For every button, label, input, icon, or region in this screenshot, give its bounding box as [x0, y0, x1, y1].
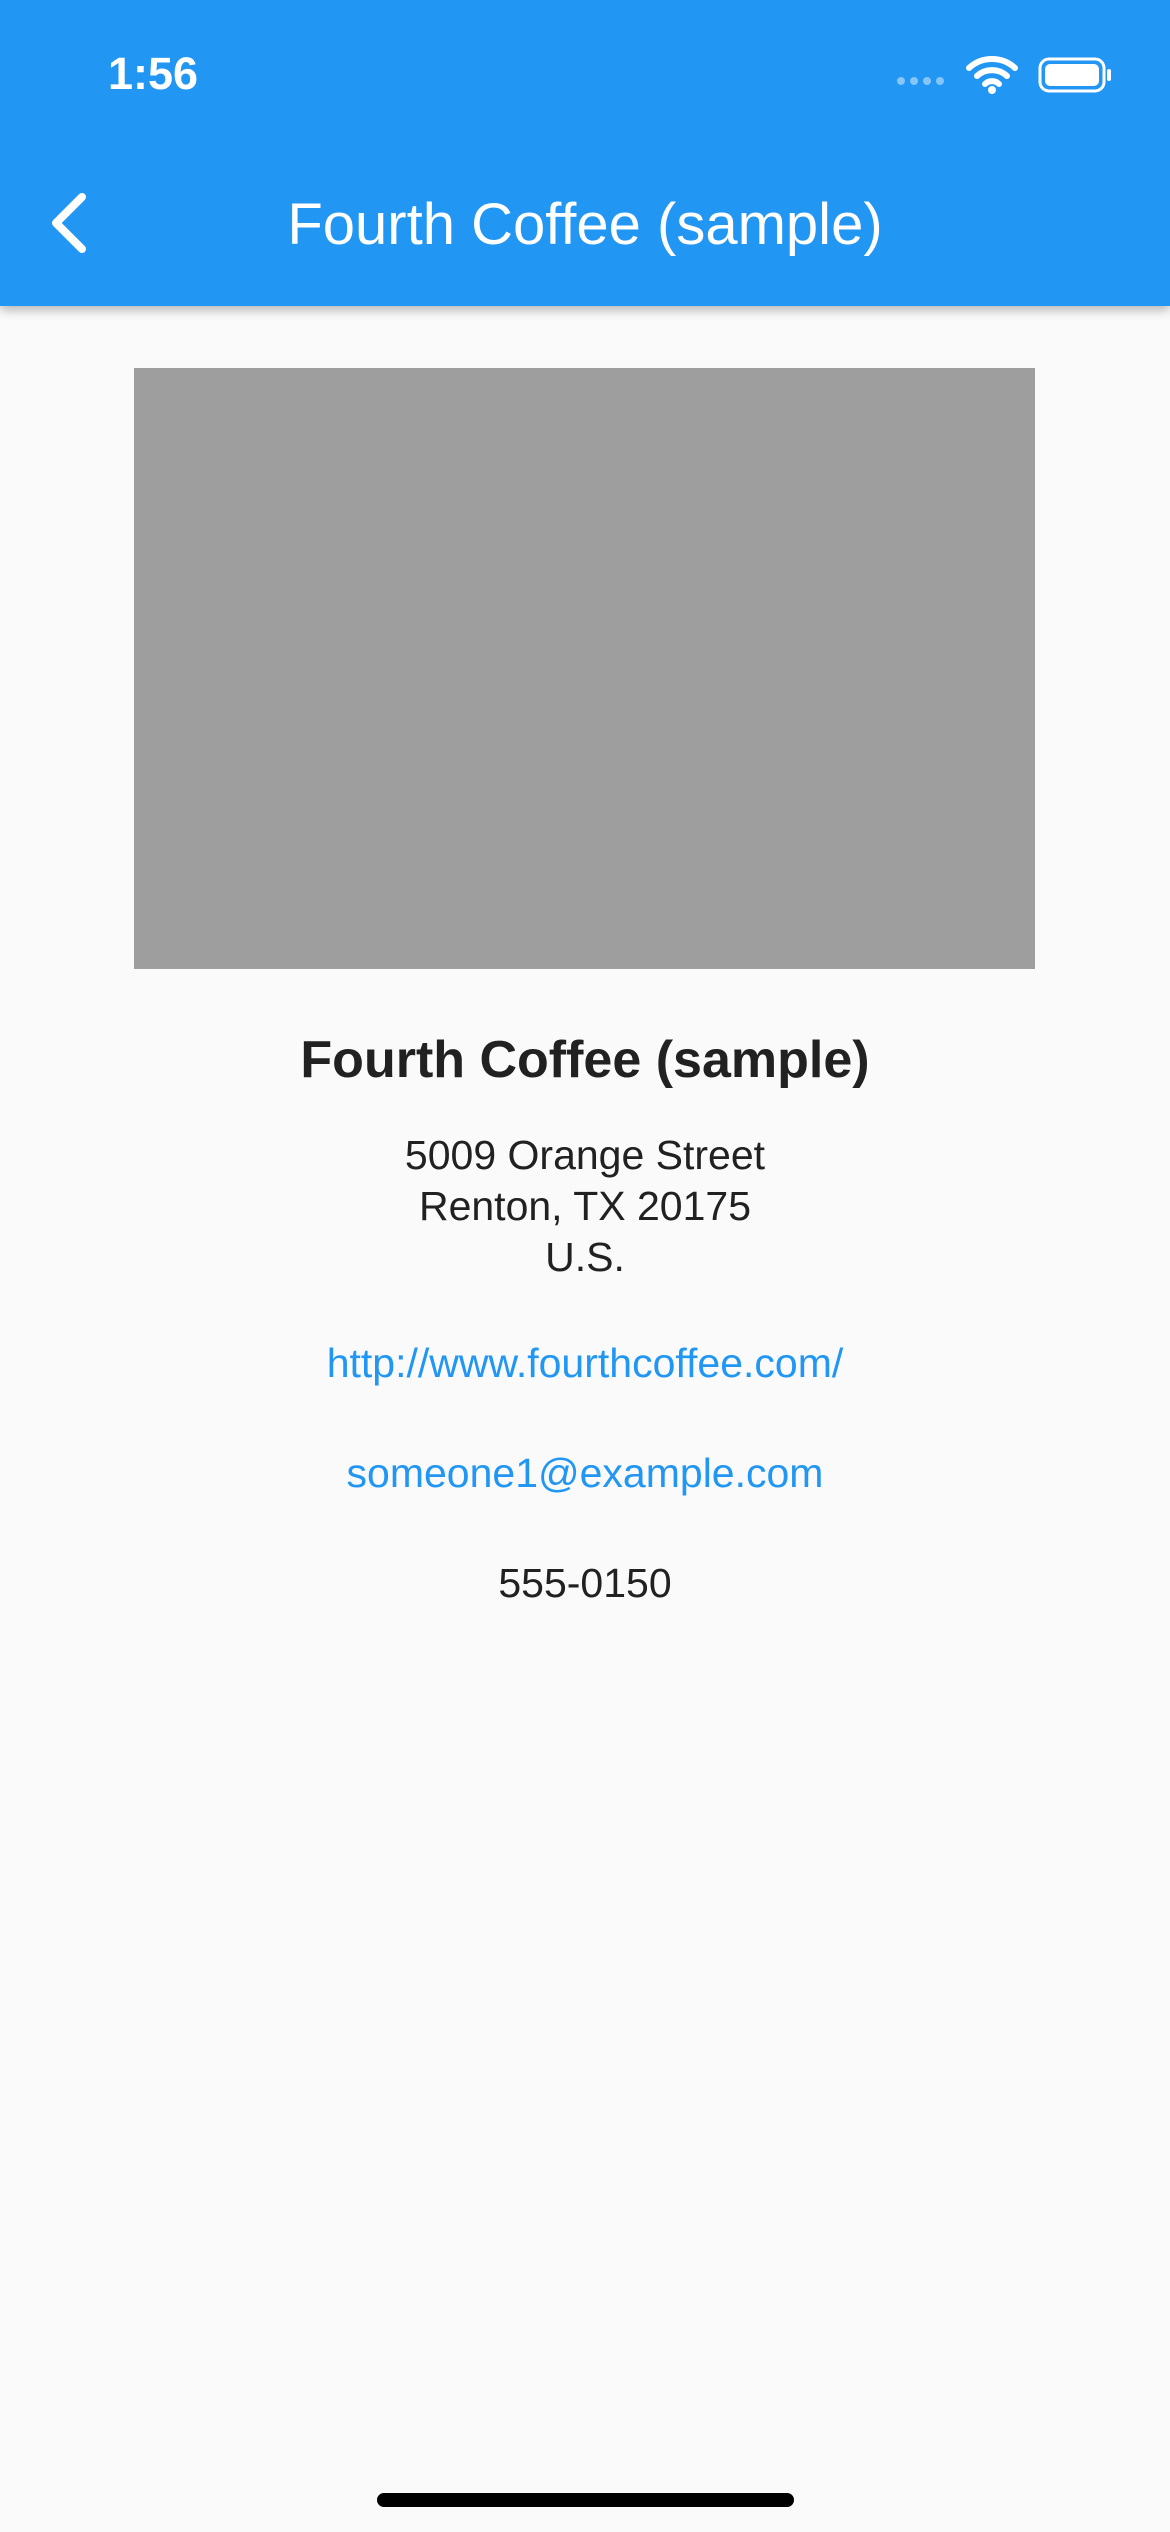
business-name: Fourth Coffee (sample)	[300, 1031, 870, 1089]
address-city: Renton, TX 20175	[418, 1183, 752, 1229]
status-icons	[897, 50, 1112, 100]
battery-icon	[1038, 57, 1112, 93]
business-detail-screen: 1:56 Fourth Coffee (sample) Fourth Coffe…	[0, 0, 1170, 2532]
website-link[interactable]: http://www.fourthcoffee.com/	[0, 1333, 1170, 1393]
address-country: U.S.	[545, 1234, 625, 1280]
address-street: 5009 Orange Street	[404, 1132, 766, 1178]
business-image-placeholder	[134, 368, 1035, 969]
page-title: Fourth Coffee (sample)	[287, 192, 883, 257]
wifi-icon	[966, 56, 1018, 94]
business-details: Fourth Coffee (sample) 5009 Orange Stree…	[0, 1010, 1170, 1613]
email-link[interactable]: someone1@example.com	[0, 1443, 1170, 1503]
phone-number: 555-0150	[498, 1560, 672, 1606]
status-time: 1:56	[108, 48, 199, 99]
cellular-signal-icon	[897, 65, 944, 85]
business-address: 5009 Orange Street Renton, TX 20175 U.S.	[0, 1130, 1170, 1283]
home-indicator[interactable]	[377, 2493, 794, 2507]
app-bar: 1:56 Fourth Coffee (sample)	[0, 0, 1170, 306]
